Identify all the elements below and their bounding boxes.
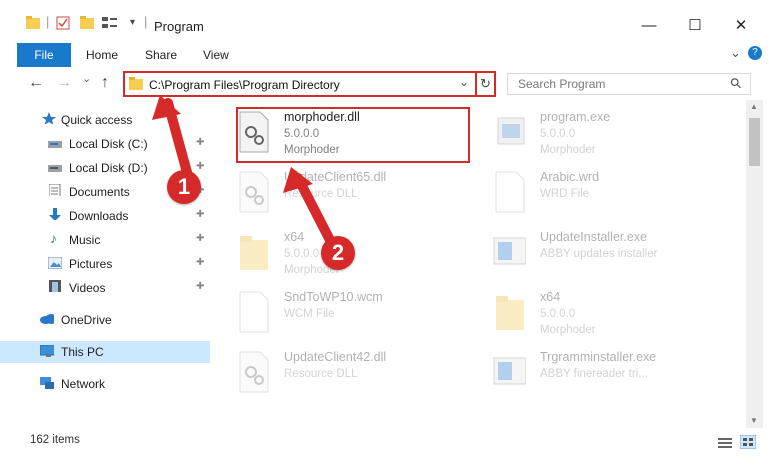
arrow-2 [283, 167, 337, 249]
callout-arrows [152, 95, 337, 249]
callout-badge-1: 1 [167, 170, 201, 204]
callout-badge-2: 2 [321, 236, 355, 270]
arrow-1 [152, 95, 193, 181]
